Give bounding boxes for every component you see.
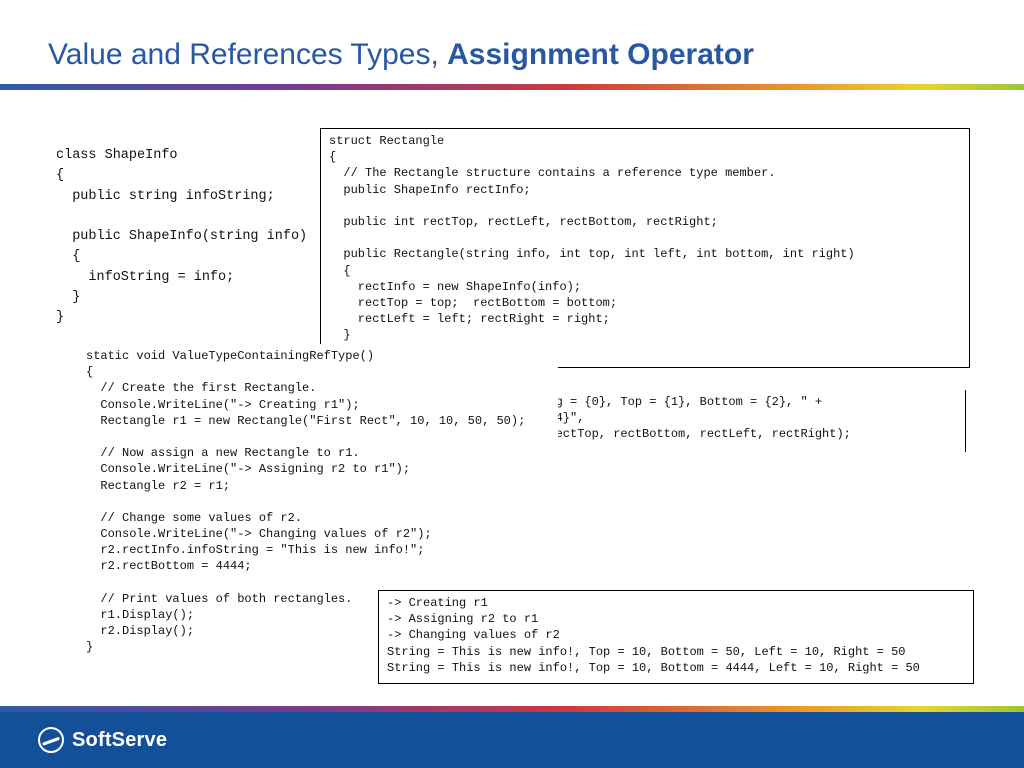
title-bold: Assignment Operator bbox=[447, 38, 754, 71]
brand-logo-icon bbox=[38, 727, 64, 753]
code-block-overflow-fragment: ring = {0}, Top = {1}, Bottom = {2}, " +… bbox=[526, 390, 966, 452]
code-block-shapeinfo: class ShapeInfo { public string infoStri… bbox=[48, 142, 318, 322]
footer: SoftServe bbox=[0, 706, 1024, 768]
content-area: class ShapeInfo { public string infoStri… bbox=[48, 128, 976, 708]
code-block-console-output: -> Creating r1 -> Assigning r2 to r1 -> … bbox=[378, 590, 974, 684]
brand-logo: SoftServe bbox=[38, 727, 167, 753]
code-block-struct-rectangle: struct Rectangle { // The Rectangle stru… bbox=[320, 128, 970, 368]
brand-logo-text: SoftServe bbox=[72, 729, 167, 752]
slide-title: Value and References Types, Assignment O… bbox=[0, 0, 1024, 84]
top-gradient-divider bbox=[0, 84, 1024, 90]
title-regular: Value and References Types, bbox=[48, 38, 447, 71]
footer-bar: SoftServe bbox=[0, 712, 1024, 768]
